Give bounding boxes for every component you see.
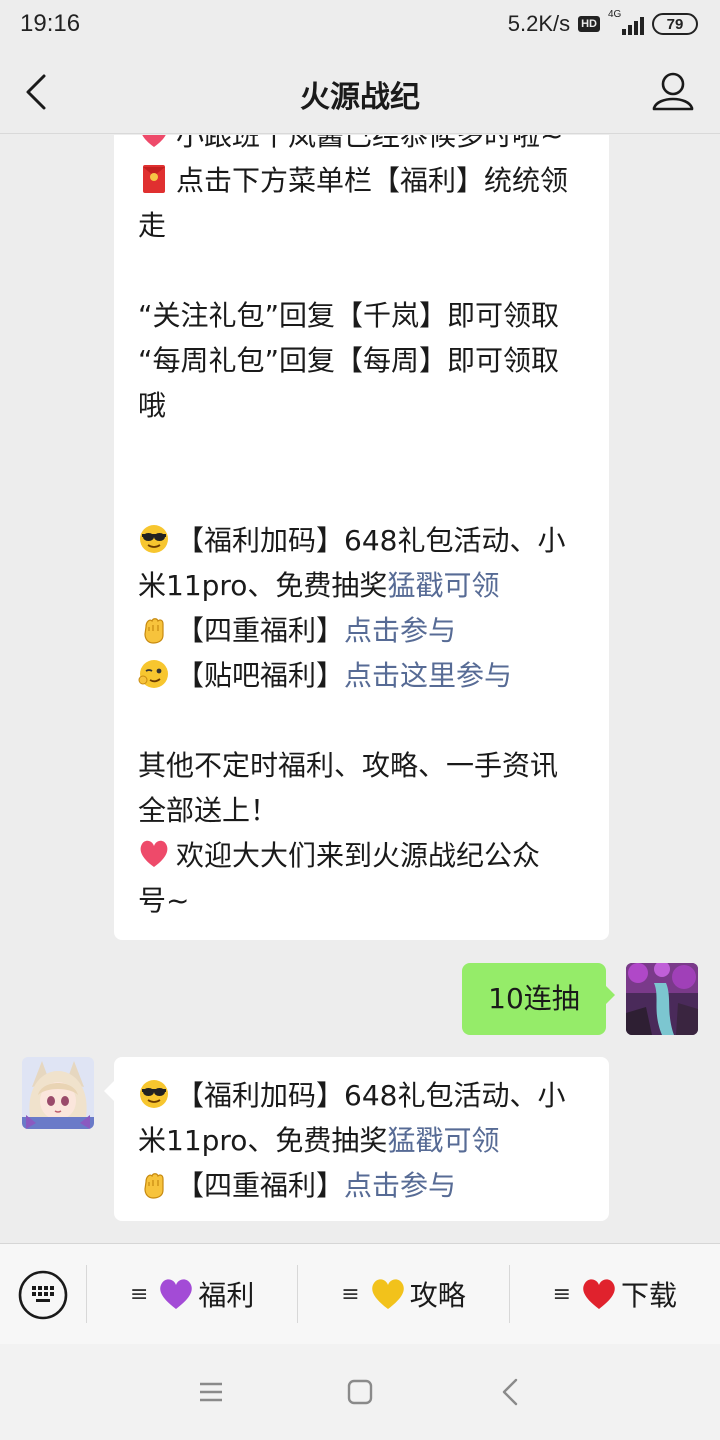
message-line xyxy=(138,473,585,518)
message-line: 号~ xyxy=(138,878,585,923)
battery-level: 79 xyxy=(666,15,684,33)
status-time: 19:16 xyxy=(20,10,81,37)
menu-item-guide[interactable]: ≡ 攻略 xyxy=(298,1244,508,1345)
red-heart-icon xyxy=(583,1279,615,1309)
reply-message-bubble[interactable]: 【福利加码】648礼包活动、小 米11pro、免费抽奖猛戳可领 【四重福利】点击参与 xyxy=(114,1057,609,1221)
message-line-text: 点击下方菜单栏【福利】统统领 xyxy=(176,164,569,197)
message-line: 【福利加码】648礼包活动、小 xyxy=(138,518,585,563)
fist-emoji xyxy=(144,1173,164,1199)
sent-message-bubble[interactable]: 10连抽 xyxy=(462,963,606,1035)
battery-icon: 79 xyxy=(652,13,698,35)
message-line: 全部送上！ xyxy=(138,788,585,833)
chevron-left-icon xyxy=(502,1378,518,1406)
status-indicators: 5.2K/s HD 4G 79 xyxy=(507,9,698,38)
menu-item-label: 攻略 xyxy=(409,1279,466,1312)
sunglasses-emoji xyxy=(140,1080,168,1108)
message-line-text: 全部送上！ xyxy=(138,794,279,827)
message-line-text: 【贴吧福利】 xyxy=(176,659,345,692)
message-line: 【四重福利】点击参与 xyxy=(138,1163,585,1208)
person-icon xyxy=(652,72,694,111)
square-icon xyxy=(347,1379,373,1405)
system-navigation-bar xyxy=(0,1344,720,1440)
signal-icon: 4G xyxy=(608,9,644,37)
message-line: 【福利加码】648礼包活动、小 xyxy=(138,1073,585,1118)
heart-icon xyxy=(142,135,166,147)
network-speed: 5.2K/s xyxy=(507,11,571,36)
menu-item-download[interactable]: ≡ 下载 xyxy=(510,1244,720,1345)
bubble-tail xyxy=(605,985,615,1005)
menu-lines-icon xyxy=(200,1382,222,1402)
message-line-text: 【福利加码】648礼包活动、小 xyxy=(176,1079,566,1112)
page-title: 火源战纪 xyxy=(300,80,420,115)
recents-button[interactable] xyxy=(190,1372,230,1412)
message-line: “关注礼包”回复【千岚】即可领取 xyxy=(138,293,585,338)
menu-item-welfare[interactable]: ≡ 福利 xyxy=(87,1244,297,1345)
message-line: 其他不定时福利、攻略、一手资讯 xyxy=(138,743,585,788)
red-envelope-icon xyxy=(143,165,165,193)
purple-heart-icon xyxy=(160,1279,193,1309)
message-line-text: 走 xyxy=(138,209,167,242)
yellow-heart-icon xyxy=(371,1279,404,1309)
message-text: 【福利加码】648礼包活动、小 米11pro、免费抽奖猛戳可领 【四重福利】点击参与 xyxy=(138,1073,585,1208)
message-line: 小跟班千岚酱已经恭候多时啦~ xyxy=(138,135,585,158)
avatar-image xyxy=(626,963,698,1035)
menu-icon: ≡ xyxy=(341,1281,360,1307)
message-line-text: 其他不定时福利、攻略、一手资讯 xyxy=(138,749,559,782)
message-line-text: 米11pro、免费抽奖 xyxy=(138,1124,388,1157)
message-line: 米11pro、免费抽奖猛戳可领 xyxy=(138,563,585,608)
message-line-text: 【四重福利】 xyxy=(176,1169,345,1202)
message-line: “每周礼包”回复【每周】即可领取 xyxy=(138,338,585,383)
fist-emoji xyxy=(144,618,164,644)
status-bar: 19:16 5.2K/s HD 4G 79 xyxy=(0,0,720,50)
my-avatar[interactable] xyxy=(626,963,698,1035)
message-link[interactable]: 猛戳可领 xyxy=(387,569,499,602)
avatar-image xyxy=(22,1057,94,1129)
message-bubble[interactable]: 小跟班千岚酱已经恭候多时啦~ 点击下方菜单栏【福利】统统领走 “关注礼包”回复【千岚… xyxy=(114,135,609,940)
keyboard-toggle-button[interactable] xyxy=(0,1244,86,1345)
system-back-button[interactable] xyxy=(490,1372,530,1412)
chat-header: 火源战纪 xyxy=(0,50,720,134)
message-line-text: 小跟班千岚酱已经恭候多时啦~ xyxy=(176,135,564,152)
message-link[interactable]: 点击参与 xyxy=(344,614,456,647)
message-link[interactable]: 点击这里参与 xyxy=(344,659,512,692)
sent-message-text: 10连抽 xyxy=(488,982,580,1015)
menu-icon: ≡ xyxy=(129,1281,149,1307)
message-line-text: 哦 xyxy=(138,389,167,422)
message-link[interactable]: 点击参与 xyxy=(344,1169,456,1202)
bubble-tail xyxy=(104,1081,114,1101)
profile-button[interactable] xyxy=(650,68,696,116)
network-type: 4G xyxy=(608,9,622,20)
message-line xyxy=(138,698,585,743)
menu-icon: ≡ xyxy=(552,1281,572,1307)
message-link[interactable]: 猛戳可领 xyxy=(387,1124,499,1157)
wink-emoji xyxy=(138,660,168,688)
official-account-avatar[interactable] xyxy=(22,1057,94,1129)
message-line-text: 号~ xyxy=(138,884,190,917)
custom-menu-bar: ≡ 福利 ≡ 攻略 ≡ 下载 xyxy=(0,1243,720,1344)
message-line: 【四重福利】点击参与 xyxy=(138,608,585,653)
message-line: 欢迎大大们来到火源战纪公众 xyxy=(138,833,585,878)
message-line-text: 米11pro、免费抽奖 xyxy=(138,569,388,602)
message-line: 【贴吧福利】点击这里参与 xyxy=(138,653,585,698)
heart-icon xyxy=(140,840,168,867)
menu-item-label: 福利 xyxy=(198,1279,255,1312)
menu-item-label: 下载 xyxy=(621,1279,678,1312)
chat-area[interactable]: 小跟班千岚酱已经恭候多时啦~ 点击下方菜单栏【福利】统统领走 “关注礼包”回复【千岚… xyxy=(0,135,720,1243)
message-line xyxy=(138,248,585,293)
message-line-text: “每周礼包”回复【每周】即可领取 xyxy=(138,344,560,377)
message-line: 点击下方菜单栏【福利】统统领 xyxy=(138,158,585,203)
message-line-text: 【四重福利】 xyxy=(176,614,345,647)
hd-badge: HD xyxy=(578,16,600,32)
message-line-text: 欢迎大大们来到火源战纪公众 xyxy=(176,839,541,872)
message-line: 哦 xyxy=(138,383,585,428)
message-line xyxy=(138,428,585,473)
message-line-text: “关注礼包”回复【千岚】即可领取 xyxy=(138,299,560,332)
message-line: 走 xyxy=(138,203,585,248)
keyboard-icon xyxy=(18,1270,68,1319)
message-text: 小跟班千岚酱已经恭候多时啦~ 点击下方菜单栏【福利】统统领走 “关注礼包”回复【千岚… xyxy=(138,135,585,923)
home-button[interactable] xyxy=(340,1372,380,1412)
message-line-text: 【福利加码】648礼包活动、小 xyxy=(176,524,566,557)
message-line: 米11pro、免费抽奖猛戳可领 xyxy=(138,1118,585,1163)
sunglasses-emoji xyxy=(140,525,168,553)
